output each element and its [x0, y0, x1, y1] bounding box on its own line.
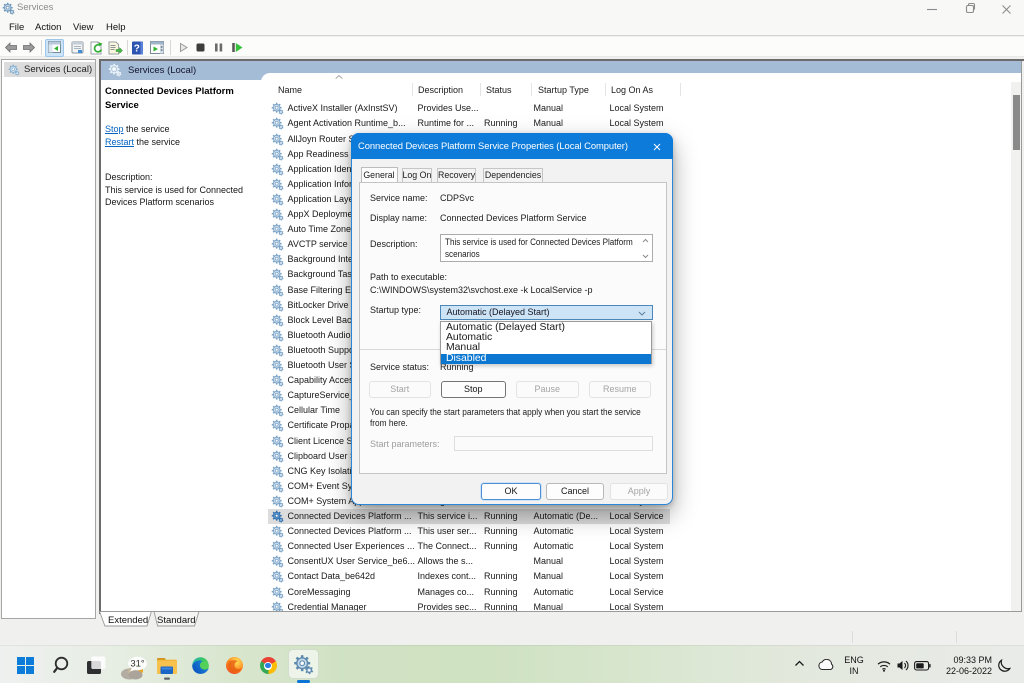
svg-text:31°: 31°	[130, 659, 145, 670]
svg-text:Standard: Standard	[157, 614, 196, 625]
svg-text:?: ?	[134, 44, 140, 55]
svg-text:Extended: Extended	[108, 614, 148, 625]
